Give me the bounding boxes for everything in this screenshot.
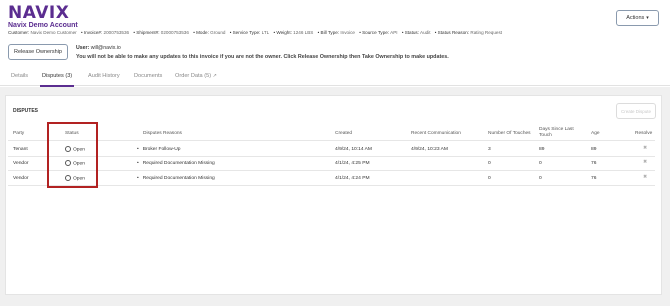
meta-label: Customer:: [8, 30, 30, 35]
meta-label: • Source Type:: [359, 30, 390, 35]
cell-days-since: 89: [539, 147, 545, 152]
cell-created: 4/1/24, 4:25 PM: [335, 161, 370, 166]
user-email: will@navix.io: [90, 45, 121, 51]
cell-age: 76: [591, 176, 597, 181]
tab-order-data-count: (5): [204, 73, 212, 79]
ownership-warning: You will not be able to make any updates…: [76, 54, 449, 60]
radio-circle-icon[interactable]: [65, 175, 71, 181]
create-dispute-button[interactable]: Create Dispute: [616, 103, 656, 119]
tab-order-data-label: Order Data: [175, 73, 203, 79]
meta-value: 2000753536: [103, 30, 130, 35]
cell-party: Vendor: [13, 176, 29, 181]
row-divider: [8, 185, 655, 186]
cell-party: Vendor: [13, 161, 29, 166]
cell-touches: 0: [488, 176, 491, 181]
col-touches: Number Of Touches: [488, 131, 531, 136]
meta-label: • Weight:: [273, 30, 292, 35]
col-created: Created: [335, 131, 353, 136]
cell-touches: 3: [488, 147, 491, 152]
cell-party: Tenant: [13, 147, 28, 152]
meta-value: Navix Demo Customer: [30, 30, 77, 35]
cell-status[interactable]: Open: [65, 160, 85, 166]
resolve-icon[interactable]: ✖: [643, 160, 648, 165]
col-party: Party: [13, 131, 25, 136]
resolve-icon[interactable]: ✖: [643, 175, 648, 180]
meta-value: 02000753536: [160, 30, 189, 35]
meta-value: API: [390, 30, 398, 35]
cell-age: 89: [591, 147, 597, 152]
tab-bar: Details Disputes (3) Audit History Docum…: [0, 70, 670, 87]
actions-button[interactable]: Actions ▾: [616, 10, 659, 26]
tab-order-data[interactable]: Order Data (5) ↗: [175, 73, 217, 79]
meta-label: • Status Reason:: [434, 30, 470, 35]
disputes-panel: DISPUTES Create Dispute Party Status Dis…: [5, 95, 662, 295]
col-status: Status: [65, 131, 79, 136]
release-ownership-button[interactable]: Release Ownership: [8, 44, 68, 60]
tab-audit-history[interactable]: Audit History: [88, 73, 120, 79]
navix-logo: NAVIX: [8, 3, 70, 23]
status-label: Open: [73, 161, 85, 167]
col-days-since: Days Since Last Touch: [539, 127, 574, 138]
tab-disputes[interactable]: Disputes (3): [42, 73, 72, 79]
meta-label: • Service Type:: [229, 30, 261, 35]
tab-documents[interactable]: Documents: [134, 73, 162, 79]
meta-value: LTL: [261, 30, 270, 35]
meta-value: Ground: [210, 30, 226, 35]
row-divider: [8, 170, 655, 171]
cell-status[interactable]: Open: [65, 146, 85, 152]
actions-label: Actions: [626, 15, 645, 21]
cell-recent: 4/9/24, 10:23 AM: [411, 147, 448, 152]
cell-touches: 0: [488, 161, 491, 166]
reason-text: Required Documentation Missing: [142, 176, 215, 181]
radio-circle-icon[interactable]: [65, 160, 71, 166]
col-resolve: Resolve: [635, 131, 653, 136]
radio-circle-icon[interactable]: [65, 146, 71, 152]
meta-label: • Invoice#:: [80, 30, 103, 35]
account-name: Navix Demo Account: [8, 22, 78, 29]
meta-label: • Bill Type:: [317, 30, 340, 35]
tab-disputes-count: (3): [65, 73, 73, 79]
status-label: Open: [73, 147, 85, 153]
cell-age: 76: [591, 161, 597, 166]
chevron-down-icon: ▾: [646, 15, 649, 21]
cell-created: 4/9/24, 10:14 AM: [335, 147, 372, 152]
cell-days-since: 0: [539, 161, 542, 166]
meta-label: • Status:: [401, 30, 419, 35]
col-reasons: Disputes Reasons: [143, 131, 182, 136]
resolve-icon[interactable]: ✖: [643, 146, 648, 151]
cell-status[interactable]: Open: [65, 175, 85, 181]
meta-label: • Mode:: [193, 30, 209, 35]
meta-value: Audit: [420, 30, 431, 35]
cell-created: 4/1/24, 4:24 PM: [335, 176, 370, 181]
tab-details[interactable]: Details: [11, 73, 28, 79]
cell-reason: • Required Documentation Missing: [137, 161, 215, 166]
user-label: User:: [76, 45, 90, 51]
cell-days-since: 0: [539, 176, 542, 181]
user-line: User: will@navix.io: [76, 45, 121, 51]
meta-value: 1246 LBS: [293, 30, 314, 35]
tab-disputes-label: Disputes: [42, 73, 64, 79]
meta-value: Rating Request: [470, 30, 503, 35]
row-divider: [8, 156, 655, 157]
invoice-meta: Customer: Navix Demo Customer • Invoice#…: [8, 30, 505, 35]
col-recent-communication: Recent Communication: [411, 131, 461, 136]
meta-value: Invoice: [340, 30, 355, 35]
header-divider: [8, 140, 655, 141]
col-age: Age: [591, 131, 600, 136]
reason-text: Broker Follow-Up: [142, 147, 181, 152]
reason-text: Required Documentation Missing: [142, 161, 215, 166]
status-label: Open: [73, 176, 85, 182]
external-link-icon: ↗: [212, 73, 217, 79]
cell-reason: • Broker Follow-Up: [137, 147, 181, 152]
disputes-title: DISPUTES: [13, 108, 39, 114]
meta-label: • Shipment#:: [133, 30, 160, 35]
cell-reason: • Required Documentation Missing: [137, 176, 215, 181]
